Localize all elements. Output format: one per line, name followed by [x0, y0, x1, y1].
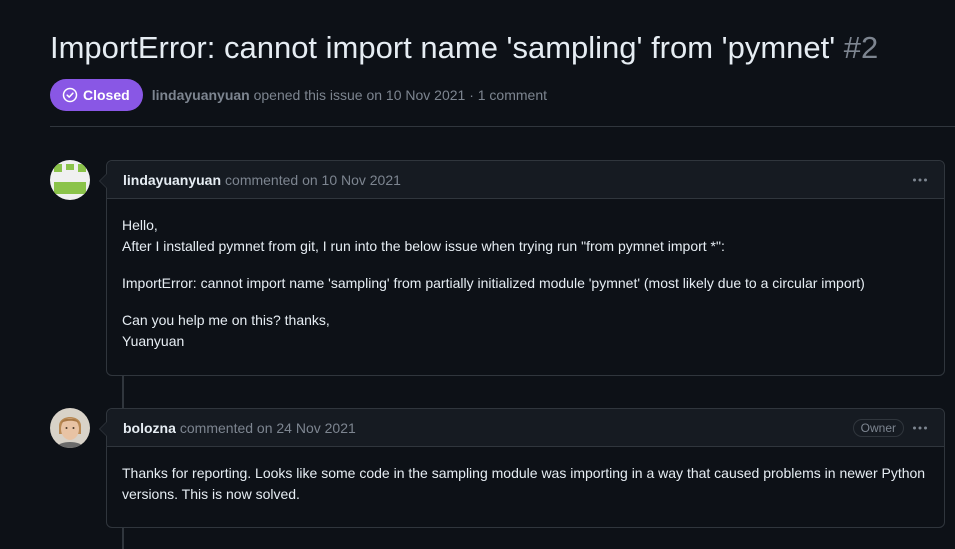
- comment-paragraph: Can you help me on this? thanks, Yuanyuan: [122, 310, 929, 352]
- avatar[interactable]: [50, 160, 90, 200]
- comment-line: After I installed pymnet from git, I run…: [122, 238, 725, 254]
- comment-card: lindayuanyuan commented on 10 Nov 2021 H…: [99, 160, 945, 376]
- issue-title-text: ImportError: cannot import name 'samplin…: [50, 30, 836, 65]
- header-divider: [50, 126, 955, 127]
- kebab-horizontal-icon[interactable]: [912, 420, 928, 436]
- comment-line: Can you help me on this? thanks,: [122, 312, 330, 328]
- comment-author[interactable]: bolozna: [123, 420, 176, 436]
- comment-paragraph: Hello, After I installed pymnet from git,…: [122, 215, 929, 257]
- comment-body: Thanks for reporting. Looks like some co…: [107, 447, 944, 519]
- comment-line: Yuanyuan: [122, 333, 185, 349]
- timeline-connector: [122, 528, 124, 549]
- issue-meta: Closed lindayuanyuan opened this issue o…: [50, 79, 547, 111]
- comment-body: Hello, After I installed pymnet from git,…: [107, 199, 944, 366]
- comment-line: Hello,: [122, 217, 158, 233]
- comment-paragraph: ImportError: cannot import name 'samplin…: [122, 275, 865, 291]
- comment-author[interactable]: lindayuanyuan: [123, 172, 221, 188]
- issue-opened-text: opened this issue on 10 Nov 2021 · 1 com…: [253, 87, 548, 103]
- comment-header: lindayuanyuan commented on 10 Nov 2021: [107, 161, 944, 199]
- owner-badge: Owner: [852, 418, 904, 437]
- comment-date[interactable]: commented on 24 Nov 2021: [180, 420, 356, 436]
- comment-card: bolozna commented on 24 Nov 2021 Owner T…: [99, 408, 945, 528]
- user-photo-avatar-icon: [50, 408, 90, 448]
- comment-paragraph: Thanks for reporting. Looks like some co…: [122, 465, 926, 502]
- timeline-connector: [122, 376, 124, 408]
- issue-number: #2: [843, 30, 879, 65]
- comment-header: bolozna commented on 24 Nov 2021 Owner: [107, 409, 944, 447]
- status-label: Closed: [83, 87, 130, 103]
- check-circle-icon: [62, 87, 78, 103]
- kebab-horizontal-icon[interactable]: [912, 172, 928, 188]
- avatar[interactable]: [50, 408, 90, 448]
- issue-title: ImportError: cannot import name 'samplin…: [50, 30, 878, 66]
- issue-author-link[interactable]: lindayuanyuan: [152, 87, 250, 103]
- identicon-avatar-icon: [50, 160, 90, 200]
- status-badge: Closed: [50, 79, 143, 111]
- issue-opened-meta: lindayuanyuan opened this issue on 10 No…: [152, 87, 547, 103]
- comment-date[interactable]: commented on 10 Nov 2021: [225, 172, 401, 188]
